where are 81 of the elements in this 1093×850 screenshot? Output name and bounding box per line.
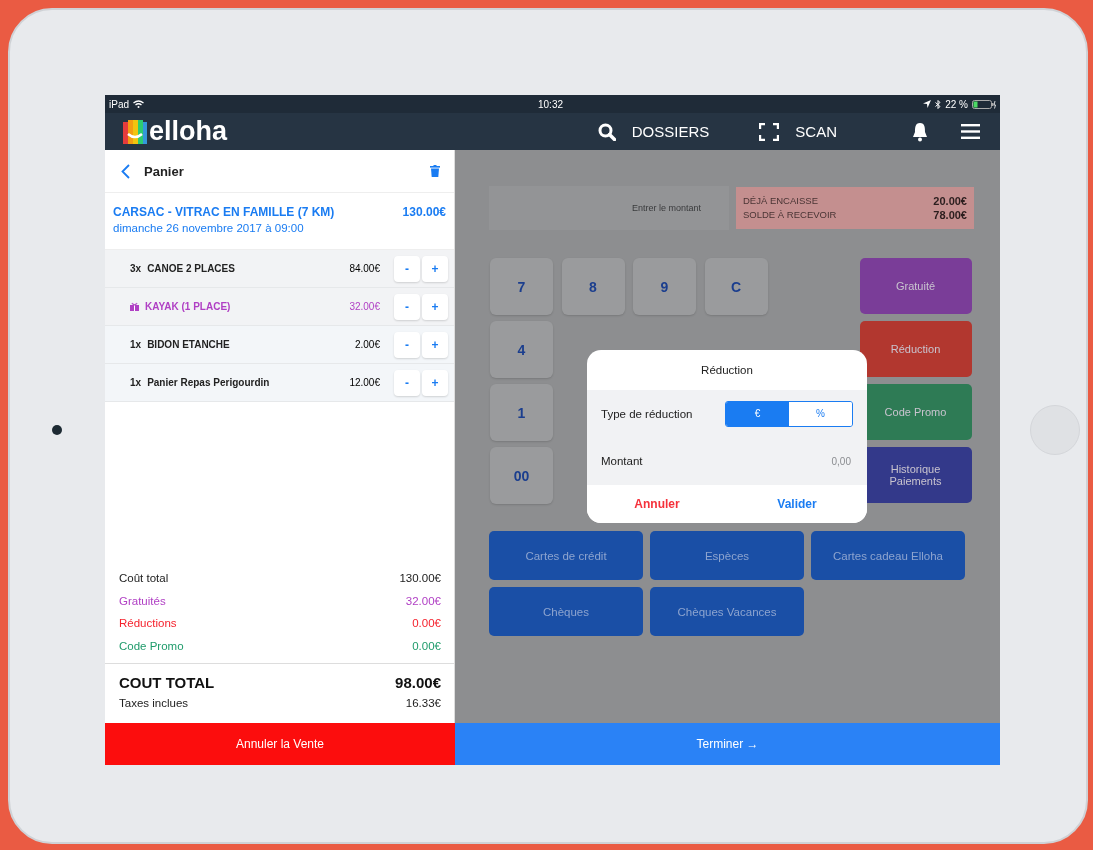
segment[interactable]: % xyxy=(789,401,852,426)
amount-field[interactable]: Entrer le montant xyxy=(489,185,729,230)
event-date: dimanche 26 novembre 2017 à 09:00 xyxy=(113,222,305,234)
balance-label: SOLDE À RECEVOIR xyxy=(743,208,837,221)
item-quantity: 1x xyxy=(130,339,142,350)
payment-method-button[interactable]: Cartes de crédit xyxy=(489,531,643,580)
summary-label: Code Promo xyxy=(119,639,184,652)
item-quantity: 3x xyxy=(130,263,142,274)
cancel-sale-button[interactable]: Annuler la Vente xyxy=(105,723,455,765)
wifi-icon xyxy=(133,100,144,108)
decrease-button[interactable]: - xyxy=(394,255,420,282)
back-chevron-icon[interactable] xyxy=(121,163,130,179)
item-name: KAYAK (1 PLACE) xyxy=(145,301,231,312)
bluetooth-icon xyxy=(935,99,942,109)
battery-percent: 22 % xyxy=(945,98,968,110)
nav-search-button[interactable]: DOSSIERS xyxy=(597,122,710,141)
action-button[interactable]: Réduction xyxy=(859,321,972,377)
event-price: 130.00€ xyxy=(402,205,446,219)
item-name: Panier Repas Perigourdin xyxy=(147,377,270,388)
action-button[interactable]: Gratuité xyxy=(859,258,972,314)
field-label: Montant xyxy=(601,455,643,468)
brand-name: elloha xyxy=(149,116,228,147)
cart-title: Panier xyxy=(144,163,184,179)
logo-icon xyxy=(123,119,147,144)
decrease-button[interactable]: - xyxy=(394,369,420,396)
balance-value: 20.00€ xyxy=(933,194,967,207)
summary-label: Réductions xyxy=(119,617,177,630)
keypad-key[interactable]: 00 xyxy=(490,447,553,504)
increase-button[interactable]: + xyxy=(422,369,448,396)
payment-method-button[interactable]: Chèques Vacances xyxy=(650,587,804,636)
increase-button[interactable]: + xyxy=(422,293,448,320)
event-title: CARSAC - VITRAC EN FAMILLE (7 KM) xyxy=(113,205,335,219)
balance-value: 78.00€ xyxy=(933,208,967,221)
increase-button[interactable]: + xyxy=(422,331,448,358)
balance-label: DÉJÀ ENCAISSE xyxy=(743,194,818,207)
tax-label: Taxes inclues xyxy=(119,697,189,709)
item-price: 84.00€ xyxy=(349,263,380,274)
search-icon xyxy=(597,122,616,141)
keypad-key[interactable]: 1 xyxy=(490,384,553,441)
keypad-key[interactable]: 9 xyxy=(633,258,696,315)
keypad-key[interactable]: 4 xyxy=(490,321,553,378)
tax-value: 16.33€ xyxy=(405,697,441,709)
battery-icon xyxy=(972,99,996,109)
amount-input[interactable]: 0,00 xyxy=(789,454,853,468)
item-quantity: 1x xyxy=(130,377,142,388)
decrease-button[interactable]: - xyxy=(394,293,420,320)
keypad-key[interactable]: C xyxy=(704,258,768,315)
camera-dot xyxy=(52,425,62,435)
total-label: COUT TOTAL xyxy=(119,674,215,691)
clock-time: 10:32 xyxy=(538,98,564,110)
keypad-key[interactable]: 7 xyxy=(490,258,553,315)
dialog-title: Réduction xyxy=(700,363,754,378)
item-name: CANOE 2 PLACES xyxy=(147,263,235,274)
summary-value: 0.00€ xyxy=(412,617,441,630)
bell-icon[interactable] xyxy=(911,121,929,142)
field-label: Type de réduction xyxy=(601,407,693,420)
item-price: 12.00€ xyxy=(349,377,380,388)
total-value: 98.00€ xyxy=(395,674,441,691)
keypad-key[interactable]: 8 xyxy=(561,258,625,315)
finish-button[interactable]: Terminer → xyxy=(455,723,1000,765)
payment-method-button[interactable]: Chèques xyxy=(489,587,643,636)
segment[interactable]: € xyxy=(726,401,789,426)
summary-value: 32.00€ xyxy=(405,594,441,607)
nav-scan-button[interactable]: SCAN xyxy=(759,122,837,141)
trash-icon[interactable] xyxy=(430,165,440,177)
decrease-button[interactable]: - xyxy=(394,331,420,358)
payment-method-button[interactable]: Espèces xyxy=(650,531,804,580)
summary-value: 0.00€ xyxy=(412,639,441,652)
item-price: 32.00€ xyxy=(349,301,380,312)
summary-value: 130.00€ xyxy=(399,572,441,585)
gift-icon xyxy=(130,302,139,311)
increase-button[interactable]: + xyxy=(422,255,448,282)
scan-frame-icon xyxy=(759,122,780,141)
menu-icon[interactable] xyxy=(961,124,980,139)
payment-method-button[interactable]: Cartes cadeau Elloha xyxy=(811,531,965,580)
device-name: iPad xyxy=(109,98,129,110)
location-arrow-icon xyxy=(923,100,932,108)
item-name: BIDON ETANCHE xyxy=(147,339,230,350)
item-price: 2.00€ xyxy=(354,339,380,350)
summary-label: Coût total xyxy=(119,572,169,585)
summary-label: Gratuités xyxy=(119,594,166,607)
